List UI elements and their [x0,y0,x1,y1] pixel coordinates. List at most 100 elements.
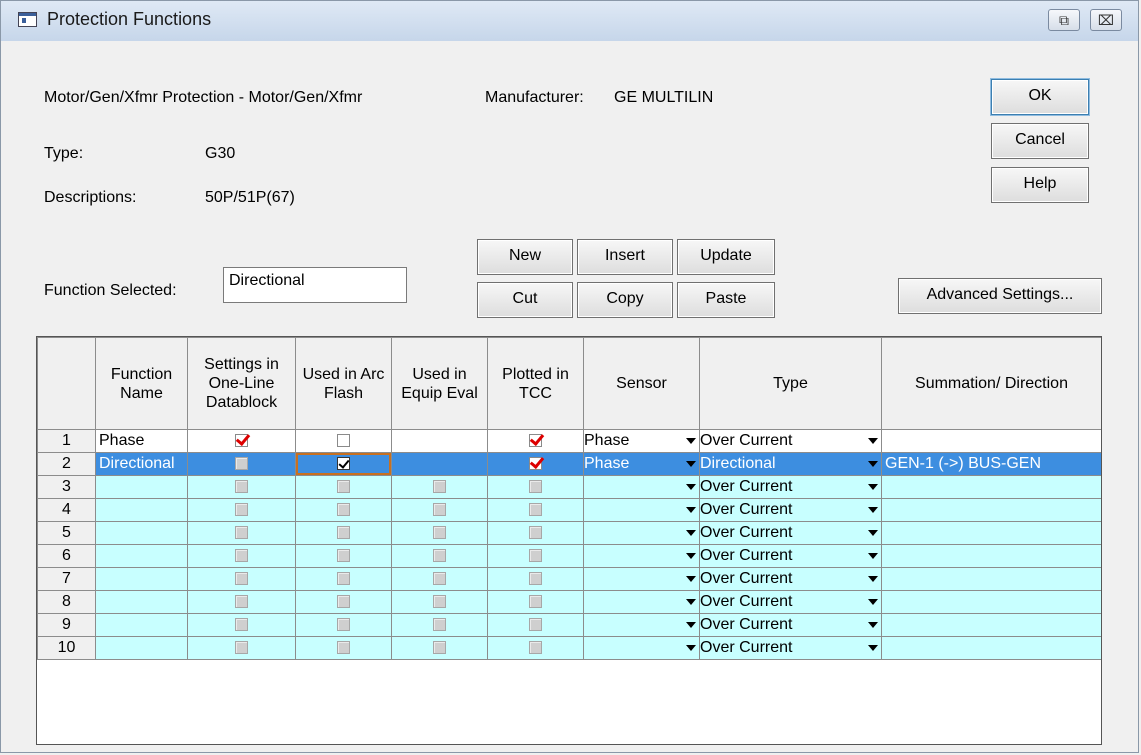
equip-eval-cell[interactable] [391,613,488,637]
arc-flash-cell[interactable] [295,429,392,453]
arc-flash-cell[interactable] [295,567,392,591]
settings-cell[interactable] [187,498,296,522]
arc-flash-cell[interactable] [295,452,392,476]
arc-flash-checkbox[interactable] [337,457,350,471]
protection-functions-grid[interactable]: Function Name Settings in One-Line Datab… [36,336,1102,745]
settings-cell[interactable] [187,544,296,568]
summation-cell[interactable] [881,636,1101,660]
table-row[interactable]: 2 Directional Phase Directional GEN-1 (->) B… [37,452,1101,476]
arc-flash-checkbox[interactable] [337,526,350,540]
sensor-dropdown[interactable] [583,590,700,614]
summation-cell[interactable] [881,521,1101,545]
table-row[interactable]: 1 Phase Phase Over Current [37,429,1101,453]
summation-cell[interactable] [881,498,1101,522]
settings-checkbox[interactable] [235,480,248,494]
sensor-dropdown[interactable] [583,521,700,545]
arc-flash-checkbox[interactable] [337,480,350,494]
equip-eval-checkbox[interactable] [433,526,446,540]
tcc-checkbox[interactable] [529,480,542,494]
sensor-dropdown[interactable] [583,636,700,660]
chevron-down-icon[interactable] [686,645,696,651]
equip-eval-cell[interactable] [391,452,488,476]
equip-eval-cell[interactable] [391,590,488,614]
arc-flash-cell[interactable] [295,636,392,660]
table-row[interactable]: 5 Over Current [37,521,1101,545]
type-dropdown[interactable]: Over Current [699,544,882,568]
arc-flash-cell[interactable] [295,498,392,522]
tcc-cell[interactable] [487,613,584,637]
update-button[interactable]: Update [677,239,775,275]
chevron-down-icon[interactable] [868,461,878,467]
function-name-cell[interactable] [95,613,188,637]
equip-eval-checkbox[interactable] [433,641,446,655]
settings-checkbox[interactable] [235,572,248,586]
equip-eval-cell[interactable] [391,521,488,545]
tcc-checkbox[interactable] [529,549,542,563]
insert-button[interactable]: Insert [577,239,673,275]
arc-flash-checkbox[interactable] [337,595,350,609]
arc-flash-cell[interactable] [295,521,392,545]
function-name-cell[interactable] [95,567,188,591]
chevron-down-icon[interactable] [868,599,878,605]
row-number[interactable]: 9 [37,613,96,637]
table-row[interactable]: 6 Over Current [37,544,1101,568]
settings-cell[interactable] [187,567,296,591]
equip-eval-cell[interactable] [391,429,488,453]
settings-checkbox[interactable] [235,595,248,609]
arc-flash-cell[interactable] [295,590,392,614]
settings-cell[interactable] [187,475,296,499]
restore-icon[interactable]: ⧉ [1048,9,1080,31]
arc-flash-checkbox[interactable] [337,503,350,517]
chevron-down-icon[interactable] [686,599,696,605]
settings-checkbox[interactable] [235,549,248,563]
sensor-dropdown[interactable] [583,544,700,568]
type-dropdown[interactable]: Over Current [699,590,882,614]
tcc-cell[interactable] [487,636,584,660]
equip-eval-checkbox[interactable] [433,503,446,517]
summation-cell[interactable] [881,590,1101,614]
summation-cell[interactable] [881,567,1101,591]
chevron-down-icon[interactable] [686,530,696,536]
arc-flash-cell[interactable] [295,475,392,499]
chevron-down-icon[interactable] [868,645,878,651]
summation-cell[interactable] [881,429,1101,453]
sensor-dropdown[interactable] [583,613,700,637]
tcc-checkbox[interactable] [529,641,542,655]
arc-flash-checkbox[interactable] [337,434,350,448]
settings-cell[interactable] [187,590,296,614]
table-row[interactable]: 3 Over Current [37,475,1101,499]
equip-eval-cell[interactable] [391,636,488,660]
equip-eval-cell[interactable] [391,475,488,499]
arc-flash-cell[interactable] [295,544,392,568]
table-row[interactable]: 4 Over Current [37,498,1101,522]
arc-flash-checkbox[interactable] [337,549,350,563]
arc-flash-checkbox[interactable] [337,641,350,655]
type-dropdown[interactable]: Over Current [699,521,882,545]
type-dropdown[interactable]: Over Current [699,475,882,499]
row-number[interactable]: 1 [37,429,96,453]
chevron-down-icon[interactable] [686,622,696,628]
chevron-down-icon[interactable] [686,484,696,490]
settings-cell[interactable] [187,452,296,476]
tcc-checkbox[interactable] [529,526,542,540]
row-number[interactable]: 3 [37,475,96,499]
function-name-cell[interactable]: Directional [95,452,188,476]
row-number[interactable]: 7 [37,567,96,591]
arc-flash-cell[interactable] [295,613,392,637]
function-name-cell[interactable] [95,521,188,545]
equip-eval-cell[interactable] [391,544,488,568]
sensor-dropdown[interactable] [583,567,700,591]
settings-checkbox[interactable] [235,457,248,471]
help-button[interactable]: Help [991,167,1089,203]
sensor-dropdown[interactable]: Phase [583,429,700,453]
chevron-down-icon[interactable] [686,461,696,467]
type-dropdown[interactable]: Over Current [699,498,882,522]
table-row[interactable]: 7 Over Current [37,567,1101,591]
tcc-cell[interactable] [487,544,584,568]
copy-button[interactable]: Copy [577,282,673,318]
type-dropdown[interactable]: Over Current [699,613,882,637]
summation-cell[interactable]: GEN-1 (->) BUS-GEN [881,452,1101,476]
tcc-checkbox[interactable] [529,618,542,632]
settings-checkbox[interactable] [235,503,248,517]
type-dropdown[interactable]: Over Current [699,636,882,660]
